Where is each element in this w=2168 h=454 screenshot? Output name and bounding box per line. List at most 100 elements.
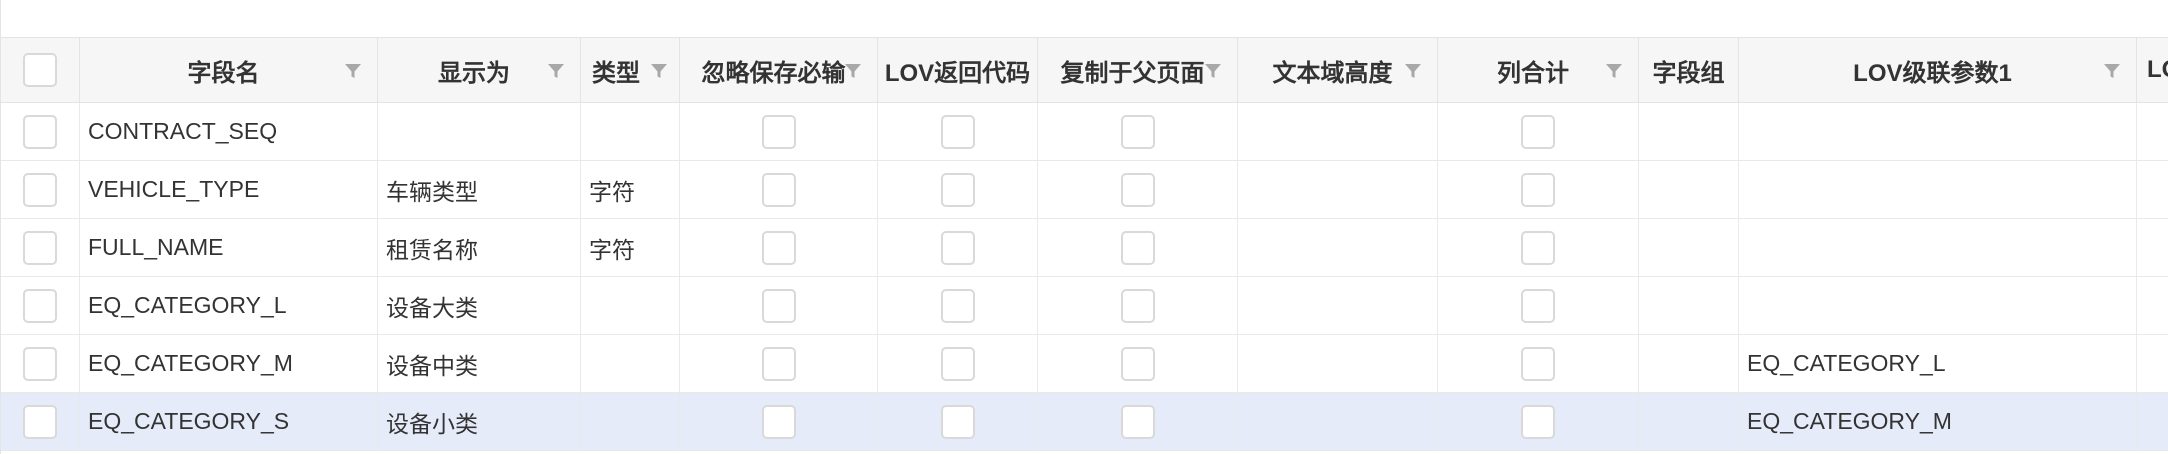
lov-return-code-checkbox[interactable] — [940, 404, 975, 439]
ignore-save-required-checkbox[interactable] — [761, 346, 796, 381]
cell-display-as[interactable]: 租赁名称 — [378, 219, 581, 276]
ignore-save-required-checkbox[interactable] — [761, 404, 796, 439]
column-total-checkbox[interactable] — [1521, 346, 1555, 381]
cell-column-total[interactable] — [1438, 335, 1639, 392]
cell-lov-cascade-param1[interactable]: EQ_CATEGORY_L — [1739, 335, 2137, 392]
lov-return-code-checkbox[interactable] — [940, 230, 975, 265]
cell-lov-more[interactable] — [2137, 277, 2168, 334]
cell-column-total[interactable] — [1438, 103, 1639, 160]
column-header-column-total[interactable]: 列合计 — [1438, 38, 1639, 102]
cell-copy-to-parent[interactable] — [1038, 393, 1238, 450]
cell-ignore-save-required[interactable] — [680, 277, 878, 334]
cell-lov-more[interactable] — [2137, 393, 2168, 450]
cell-lov-return-code[interactable] — [878, 161, 1038, 218]
cell-copy-to-parent[interactable] — [1038, 103, 1238, 160]
lov-return-code-checkbox[interactable] — [940, 288, 975, 323]
cell-lov-cascade-param1[interactable] — [1739, 103, 2137, 160]
column-total-checkbox[interactable] — [1521, 114, 1555, 149]
row-select-checkbox[interactable] — [23, 346, 57, 381]
cell-textarea-height[interactable] — [1238, 161, 1438, 218]
cell-display-as[interactable]: 设备大类 — [378, 277, 581, 334]
cell-lov-return-code[interactable] — [878, 335, 1038, 392]
cell-field-group[interactable] — [1639, 103, 1739, 160]
cell-lov-return-code[interactable] — [878, 219, 1038, 276]
filter-icon[interactable] — [843, 60, 863, 80]
cell-type[interactable] — [581, 335, 680, 392]
row-select-checkbox[interactable] — [23, 288, 57, 323]
cell-lov-more[interactable] — [2137, 335, 2168, 392]
cell-display-as[interactable] — [378, 103, 581, 160]
filter-icon[interactable] — [2102, 60, 2122, 80]
cell-type[interactable] — [581, 277, 680, 334]
cell-ignore-save-required[interactable] — [680, 219, 878, 276]
cell-lov-cascade-param1[interactable]: EQ_CATEGORY_M — [1739, 393, 2137, 450]
cell-field-group[interactable] — [1639, 277, 1739, 334]
column-total-checkbox[interactable] — [1521, 404, 1555, 439]
cell-lov-cascade-param1[interactable] — [1739, 219, 2137, 276]
table-row[interactable]: EQ_CATEGORY_M 设备中类 EQ_CATEGORY_L — [1, 335, 2168, 393]
copy-to-parent-checkbox[interactable] — [1120, 172, 1155, 207]
cell-lov-more[interactable] — [2137, 103, 2168, 160]
cell-column-total[interactable] — [1438, 277, 1639, 334]
row-select-checkbox[interactable] — [23, 172, 57, 207]
row-select-checkbox[interactable] — [23, 230, 57, 265]
cell-textarea-height[interactable] — [1238, 219, 1438, 276]
filter-icon[interactable] — [1403, 60, 1423, 80]
cell-column-total[interactable] — [1438, 393, 1639, 450]
ignore-save-required-checkbox[interactable] — [761, 230, 796, 265]
cell-select[interactable] — [1, 161, 80, 218]
cell-lov-cascade-param1[interactable] — [1739, 277, 2137, 334]
cell-column-total[interactable] — [1438, 161, 1639, 218]
column-header-field-name[interactable]: 字段名 — [80, 38, 378, 102]
cell-field-name[interactable]: EQ_CATEGORY_S — [80, 393, 378, 450]
cell-ignore-save-required[interactable] — [680, 335, 878, 392]
table-row[interactable]: EQ_CATEGORY_S 设备小类 EQ_CATEGORY_M — [1, 393, 2168, 451]
column-header-lov-return-code[interactable]: LOV返回代码 — [878, 38, 1038, 102]
row-select-checkbox[interactable] — [23, 404, 57, 439]
cell-lov-return-code[interactable] — [878, 277, 1038, 334]
copy-to-parent-checkbox[interactable] — [1120, 404, 1155, 439]
cell-field-name[interactable]: FULL_NAME — [80, 219, 378, 276]
cell-lov-cascade-param1[interactable] — [1739, 161, 2137, 218]
cell-display-as[interactable]: 设备小类 — [378, 393, 581, 450]
filter-icon[interactable] — [1604, 60, 1624, 80]
cell-display-as[interactable]: 车辆类型 — [378, 161, 581, 218]
cell-copy-to-parent[interactable] — [1038, 277, 1238, 334]
cell-textarea-height[interactable] — [1238, 393, 1438, 450]
cell-field-group[interactable] — [1639, 161, 1739, 218]
cell-field-group[interactable] — [1639, 219, 1739, 276]
cell-type[interactable] — [581, 393, 680, 450]
cell-select[interactable] — [1, 277, 80, 334]
lov-return-code-checkbox[interactable] — [940, 346, 975, 381]
cell-ignore-save-required[interactable] — [680, 161, 878, 218]
copy-to-parent-checkbox[interactable] — [1120, 288, 1155, 323]
lov-return-code-checkbox[interactable] — [940, 172, 975, 207]
table-row[interactable]: EQ_CATEGORY_L 设备大类 — [1, 277, 2168, 335]
cell-copy-to-parent[interactable] — [1038, 161, 1238, 218]
filter-icon[interactable] — [343, 60, 363, 80]
column-total-checkbox[interactable] — [1521, 288, 1555, 323]
cell-select[interactable] — [1, 103, 80, 160]
filter-icon[interactable] — [649, 60, 669, 80]
copy-to-parent-checkbox[interactable] — [1120, 230, 1155, 265]
cell-type[interactable] — [581, 103, 680, 160]
cell-type[interactable]: 字符 — [581, 161, 680, 218]
cell-lov-more[interactable] — [2137, 219, 2168, 276]
cell-select[interactable] — [1, 393, 80, 450]
column-header-copy-to-parent[interactable]: 复制于父页面 — [1038, 38, 1238, 102]
ignore-save-required-checkbox[interactable] — [761, 288, 796, 323]
filter-icon[interactable] — [546, 60, 566, 80]
cell-select[interactable] — [1, 219, 80, 276]
select-all-checkbox[interactable] — [23, 53, 57, 87]
column-total-checkbox[interactable] — [1521, 172, 1555, 207]
table-row[interactable]: CONTRACT_SEQ — [1, 103, 2168, 161]
cell-lov-return-code[interactable] — [878, 393, 1038, 450]
ignore-save-required-checkbox[interactable] — [761, 172, 796, 207]
cell-copy-to-parent[interactable] — [1038, 219, 1238, 276]
ignore-save-required-checkbox[interactable] — [761, 114, 796, 149]
column-header-field-group[interactable]: 字段组 — [1639, 38, 1739, 102]
cell-field-group[interactable] — [1639, 335, 1739, 392]
cell-ignore-save-required[interactable] — [680, 393, 878, 450]
cell-lov-return-code[interactable] — [878, 103, 1038, 160]
column-header-textarea-height[interactable]: 文本域高度 — [1238, 38, 1438, 102]
